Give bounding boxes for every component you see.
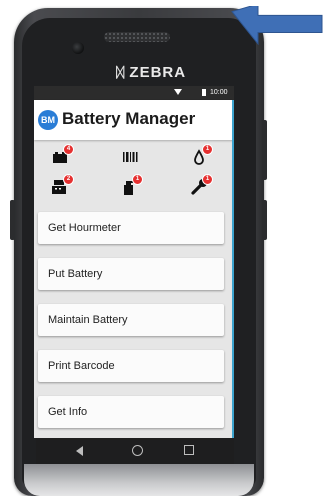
get-hourmeter-button[interactable]: Get Hourmeter bbox=[38, 212, 224, 244]
back-icon[interactable] bbox=[76, 446, 83, 456]
pointer-arrow-icon bbox=[231, 6, 323, 46]
get-info-button[interactable]: Get Info bbox=[38, 396, 224, 428]
app-bar: BM Battery Manager bbox=[34, 100, 234, 140]
brand-logo: ᛞ ZEBRA bbox=[116, 62, 186, 82]
barcode-icon[interactable] bbox=[120, 146, 142, 166]
wrench-icon[interactable]: 1 bbox=[190, 174, 213, 196]
zebra-head-icon: ᛞ bbox=[116, 64, 126, 80]
bottom-bezel bbox=[24, 464, 254, 496]
register-icon[interactable]: 2 bbox=[50, 174, 74, 196]
status-bar: 10:00 bbox=[34, 86, 234, 100]
screen: 10:00 BM Battery Manager 4 1 2 1 1 Get H… bbox=[34, 86, 234, 438]
home-icon[interactable] bbox=[132, 445, 143, 456]
put-battery-button[interactable]: Put Battery bbox=[38, 258, 224, 290]
status-icons-panel: 4 1 2 1 1 bbox=[34, 142, 234, 206]
water-drop-icon[interactable]: 1 bbox=[190, 144, 213, 166]
status-time: 10:00 bbox=[210, 89, 228, 96]
water-drop-badge: 1 bbox=[202, 144, 213, 155]
side-button-right-lower[interactable] bbox=[262, 200, 267, 240]
print-barcode-button[interactable]: Print Barcode bbox=[38, 350, 224, 382]
app-title: Battery Manager bbox=[62, 109, 196, 128]
screen-accent-edge bbox=[232, 100, 234, 438]
maintain-battery-button[interactable]: Maintain Battery bbox=[38, 304, 224, 336]
side-button-left[interactable] bbox=[10, 200, 15, 240]
charger-icon[interactable]: 4 bbox=[50, 144, 74, 166]
front-camera bbox=[72, 42, 84, 54]
wifi-icon bbox=[174, 89, 182, 95]
spray-bottle-icon[interactable]: 1 bbox=[120, 174, 143, 196]
earpiece-speaker bbox=[104, 32, 170, 42]
register-badge: 2 bbox=[63, 174, 74, 185]
battery-icon bbox=[202, 89, 206, 96]
app-logo-icon: BM bbox=[38, 110, 58, 130]
side-button-right[interactable] bbox=[262, 120, 267, 180]
charger-badge: 4 bbox=[63, 144, 74, 155]
brand-name: ZEBRA bbox=[129, 63, 187, 81]
wrench-badge: 1 bbox=[202, 174, 213, 185]
navigation-bar bbox=[36, 438, 234, 464]
recent-apps-icon[interactable] bbox=[184, 445, 194, 455]
spray-bottle-badge: 1 bbox=[132, 174, 143, 185]
